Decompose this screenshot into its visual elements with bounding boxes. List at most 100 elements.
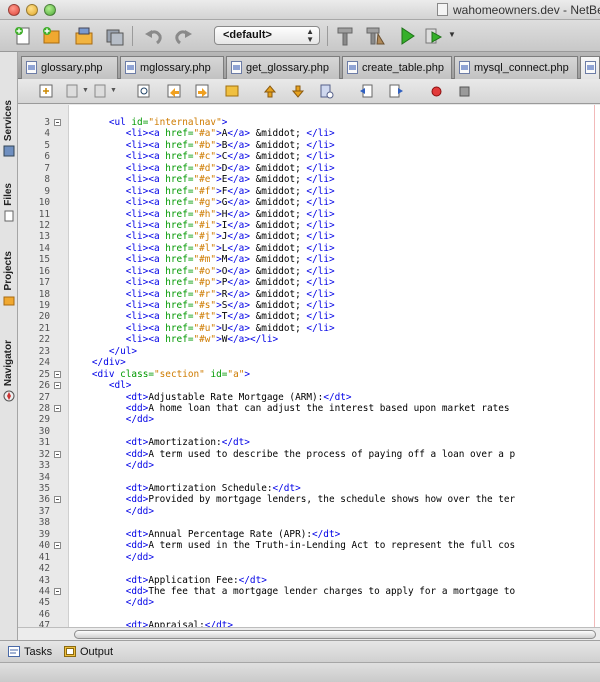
code-token: "#a"	[193, 128, 217, 140]
fold-toggle-icon[interactable]	[54, 119, 61, 126]
code-line[interactable]: 42	[18, 563, 600, 574]
fold-toggle-icon[interactable]	[54, 370, 61, 378]
code-line[interactable]: 34	[18, 472, 600, 483]
stop-macro-icon[interactable]	[456, 83, 473, 100]
code-line[interactable]: 32 <dd>A term used to describe the proces…	[18, 449, 600, 460]
navigator-tab[interactable]: Navigator	[1, 312, 17, 402]
find-icon[interactable]	[136, 83, 153, 100]
close-window-button[interactable]	[8, 4, 20, 16]
forward-icon[interactable]	[92, 83, 109, 100]
record-macro-icon[interactable]	[428, 83, 445, 100]
files-tab[interactable]: Files	[1, 164, 17, 222]
code-line[interactable]: 26 <dl>	[18, 380, 600, 391]
open-project-icon[interactable]	[73, 25, 95, 47]
code-line[interactable]: 30	[18, 426, 600, 437]
code-line[interactable]: 25 <div class="section" id="a">	[18, 369, 600, 380]
editor-tab[interactable]: create_table.php	[342, 56, 452, 79]
code-line[interactable]: 14 <li><a href="#l">L</a> &middot; </li>	[18, 243, 600, 254]
chevron-down-icon[interactable]: ▼	[82, 87, 89, 94]
code-line[interactable]: 39 <dt>Annual Percentage Rate (APR):</dt>	[18, 529, 600, 540]
minimize-window-button[interactable]	[26, 4, 38, 16]
editor-tab[interactable]: glossary.php	[21, 56, 118, 79]
code-line[interactable]: 7 <li><a href="#d">D</a> &middot; </li>	[18, 163, 600, 174]
last-edit-icon[interactable]	[38, 83, 55, 100]
chevron-down-icon[interactable]: ▼	[110, 87, 117, 94]
code-line[interactable]: 8 <li><a href="#e">E</a> &middot; </li>	[18, 174, 600, 185]
back-icon[interactable]	[64, 83, 81, 100]
editor-tab[interactable]: get_glossary.php	[226, 56, 340, 79]
new-project-icon[interactable]	[40, 25, 62, 47]
code-line[interactable]: 46	[18, 609, 600, 620]
code-line[interactable]: 29 </dd>	[18, 414, 600, 425]
code-line[interactable]: 23 </ul>	[18, 346, 600, 357]
code-line[interactable]: 24 </div>	[18, 357, 600, 368]
editor-tab[interactable]: mglossary.php	[120, 56, 224, 79]
code-line[interactable]: 27 <dt>Adjustable Rate Mortgage (ARM):</d…	[18, 392, 600, 403]
code-line[interactable]: 13 <li><a href="#j">J</a> &middot; </li>	[18, 231, 600, 242]
code-line[interactable]: 37 </dd>	[18, 506, 600, 517]
build-hammer-icon[interactable]	[334, 25, 356, 47]
next-bookmark-icon[interactable]	[290, 83, 307, 100]
find-previous-icon[interactable]	[166, 83, 183, 100]
code-line[interactable]: 35 <dt>Amortization Schedule:</dt>	[18, 483, 600, 494]
code-line[interactable]: 17 <li><a href="#p">P</a> &middot; </li>	[18, 277, 600, 288]
code-line[interactable]: 21 <li><a href="#u">U</a> &middot; </li>	[18, 323, 600, 334]
code-line[interactable]: 18 <li><a href="#r">R</a> &middot; </li>	[18, 289, 600, 300]
undo-icon[interactable]	[143, 25, 165, 47]
fold-toggle-icon[interactable]	[54, 542, 61, 550]
configuration-select[interactable]: <default> ▲ ▼	[214, 26, 320, 45]
shift-right-icon[interactable]	[388, 83, 405, 100]
previous-bookmark-icon[interactable]	[262, 83, 279, 100]
run-project-icon[interactable]	[396, 25, 418, 47]
code-line[interactable]: 19 <li><a href="#s">S</a> &middot; </li>	[18, 300, 600, 311]
code-line[interactable]: 10 <li><a href="#g">G</a> &middot; </li>	[18, 197, 600, 208]
horizontal-scrollbar[interactable]	[18, 627, 600, 640]
editor-tab[interactable]: mysql_connect.php	[454, 56, 578, 79]
code-line[interactable]: 5 <li><a href="#b">B</a> &middot; </li>	[18, 140, 600, 151]
code-line[interactable]: 36 <dd>Provided by mortgage lenders, the …	[18, 494, 600, 505]
code-line[interactable]: 3 <ul id="internalnav">	[18, 117, 600, 128]
fold-toggle-icon[interactable]	[54, 450, 61, 458]
code-line[interactable]: 16 <li><a href="#o">O</a> &middot; </li>	[18, 266, 600, 277]
code-line[interactable]: 41 </dd>	[18, 552, 600, 563]
code-line[interactable]: 44 <dd>The fee that a mortgage lender cha…	[18, 586, 600, 597]
code-line[interactable]: 45 </dd>	[18, 597, 600, 608]
shift-left-icon[interactable]	[358, 83, 375, 100]
find-next-icon[interactable]	[194, 83, 211, 100]
code-line[interactable]: 12 <li><a href="#i">I</a> &middot; </li>	[18, 220, 600, 231]
tasks-tab[interactable]: Tasks	[8, 645, 58, 661]
code-line[interactable]: 9 <li><a href="#f">F</a> &middot; </li>	[18, 186, 600, 197]
toggle-highlight-icon[interactable]	[224, 83, 241, 100]
new-file-icon[interactable]	[12, 25, 34, 47]
editor-tab-active[interactable]: g	[580, 56, 600, 79]
fold-toggle-icon[interactable]	[54, 404, 61, 412]
code-line[interactable]: 38	[18, 517, 600, 528]
projects-tab[interactable]: Projects	[1, 228, 17, 306]
code-line[interactable]: 15 <li><a href="#m">M</a> &middot; </li>	[18, 254, 600, 265]
code-line[interactable]: 22 <li><a href="#w">W</a></li>	[18, 334, 600, 345]
zoom-window-button[interactable]	[44, 4, 56, 16]
line-number: 4	[44, 128, 50, 140]
output-tab[interactable]: Output	[64, 645, 124, 661]
code-line[interactable]: 4 <li><a href="#a">A</a> &middot; </li>	[18, 128, 600, 139]
code-line[interactable]: 28 <dd>A home loan that can adjust the in…	[18, 403, 600, 414]
code-editor[interactable]: 3 <ul id="internalnav"> 4 <li><a href="#a">…	[18, 105, 600, 638]
code-line[interactable]: 6 <li><a href="#c">C</a> &middot; </li>	[18, 151, 600, 162]
clean-build-icon[interactable]	[364, 25, 386, 47]
services-tab[interactable]: Services	[1, 62, 17, 157]
code-line[interactable]: 20 <li><a href="#t">T</a> &middot; </li>	[18, 311, 600, 322]
fold-toggle-icon[interactable]	[54, 382, 61, 390]
toggle-bookmark-icon[interactable]	[318, 83, 335, 100]
save-all-icon[interactable]	[104, 25, 126, 47]
code-line[interactable]: 43 <dt>Application Fee:</dt>	[18, 575, 600, 586]
redo-icon[interactable]	[172, 25, 194, 47]
chevron-down-icon[interactable]: ▼	[448, 30, 456, 39]
fold-toggle-icon[interactable]	[54, 587, 61, 595]
code-line[interactable]: 40 <dd>A term used in the Truth-in-Lendin…	[18, 540, 600, 551]
debug-project-icon[interactable]	[423, 25, 445, 47]
fold-toggle-icon[interactable]	[54, 496, 61, 504]
code-line[interactable]: 33 </dd>	[18, 460, 600, 471]
code-line[interactable]: 31 <dt>Amortization:</dt>	[18, 437, 600, 448]
code-line[interactable]: 11 <li><a href="#h">H</a> &middot; </li>	[18, 209, 600, 220]
scrollbar-thumb[interactable]	[74, 630, 596, 639]
